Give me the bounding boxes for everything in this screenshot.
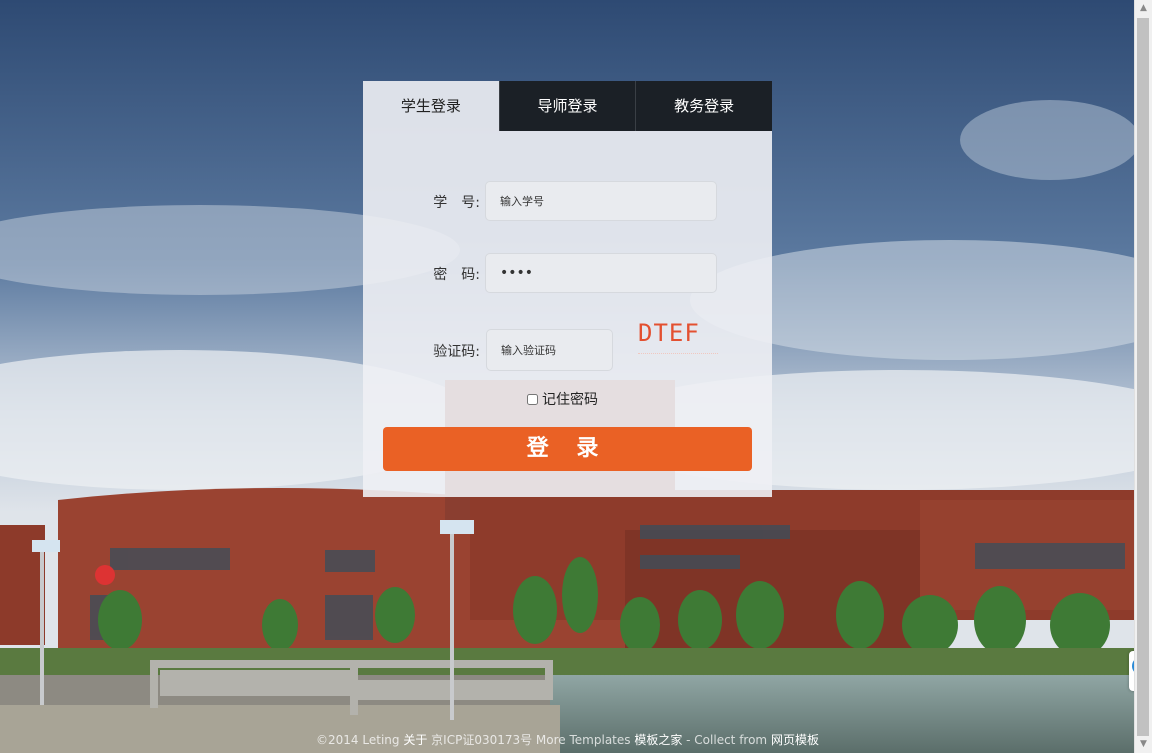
footer-copyright: ©2014 Leting xyxy=(316,733,404,747)
scroll-down-icon[interactable]: ▼ xyxy=(1135,736,1152,753)
footer-collect-text: - Collect from xyxy=(682,733,771,747)
tab-advisor-login[interactable]: 导师登录 xyxy=(498,81,636,131)
remember-password[interactable]: 记住密码 xyxy=(527,389,598,409)
remember-password-checkbox[interactable] xyxy=(527,394,538,405)
footer-web-template-link[interactable]: 网页模板 xyxy=(771,733,819,747)
captcha-label: 验证码: xyxy=(433,344,480,360)
login-panel: 学生登录 导师登录 教务登录 学 号: 密 码: 验证码: DTEF 记住密码 … xyxy=(363,81,773,497)
captcha-image[interactable]: DTEF xyxy=(638,319,718,354)
footer-template-home-link[interactable]: 模板之家 xyxy=(634,733,682,747)
vertical-scrollbar[interactable]: ▲ ▼ xyxy=(1134,0,1152,753)
login-button[interactable]: 登 录 xyxy=(383,427,752,471)
password-input[interactable] xyxy=(485,253,717,293)
password-label: 密 码: xyxy=(433,267,480,283)
student-id-input[interactable] xyxy=(485,181,717,221)
footer-about-link[interactable]: 关于 xyxy=(403,733,427,747)
footer: ©2014 Leting 关于 京ICP证030173号 More Templa… xyxy=(0,731,1135,748)
scrollbar-thumb[interactable] xyxy=(1137,18,1149,736)
scroll-up-icon[interactable]: ▲ xyxy=(1135,0,1152,17)
login-tabs: 学生登录 导师登录 教务登录 xyxy=(363,81,773,131)
student-id-label: 学 号: xyxy=(433,195,480,211)
tab-academic-affairs-login[interactable]: 教务登录 xyxy=(635,81,773,131)
captcha-input[interactable] xyxy=(486,329,613,371)
tab-student-login[interactable]: 学生登录 xyxy=(363,81,499,131)
footer-icp: 京ICP证030173号 More Templates xyxy=(427,733,635,747)
remember-password-label: 记住密码 xyxy=(542,392,598,408)
